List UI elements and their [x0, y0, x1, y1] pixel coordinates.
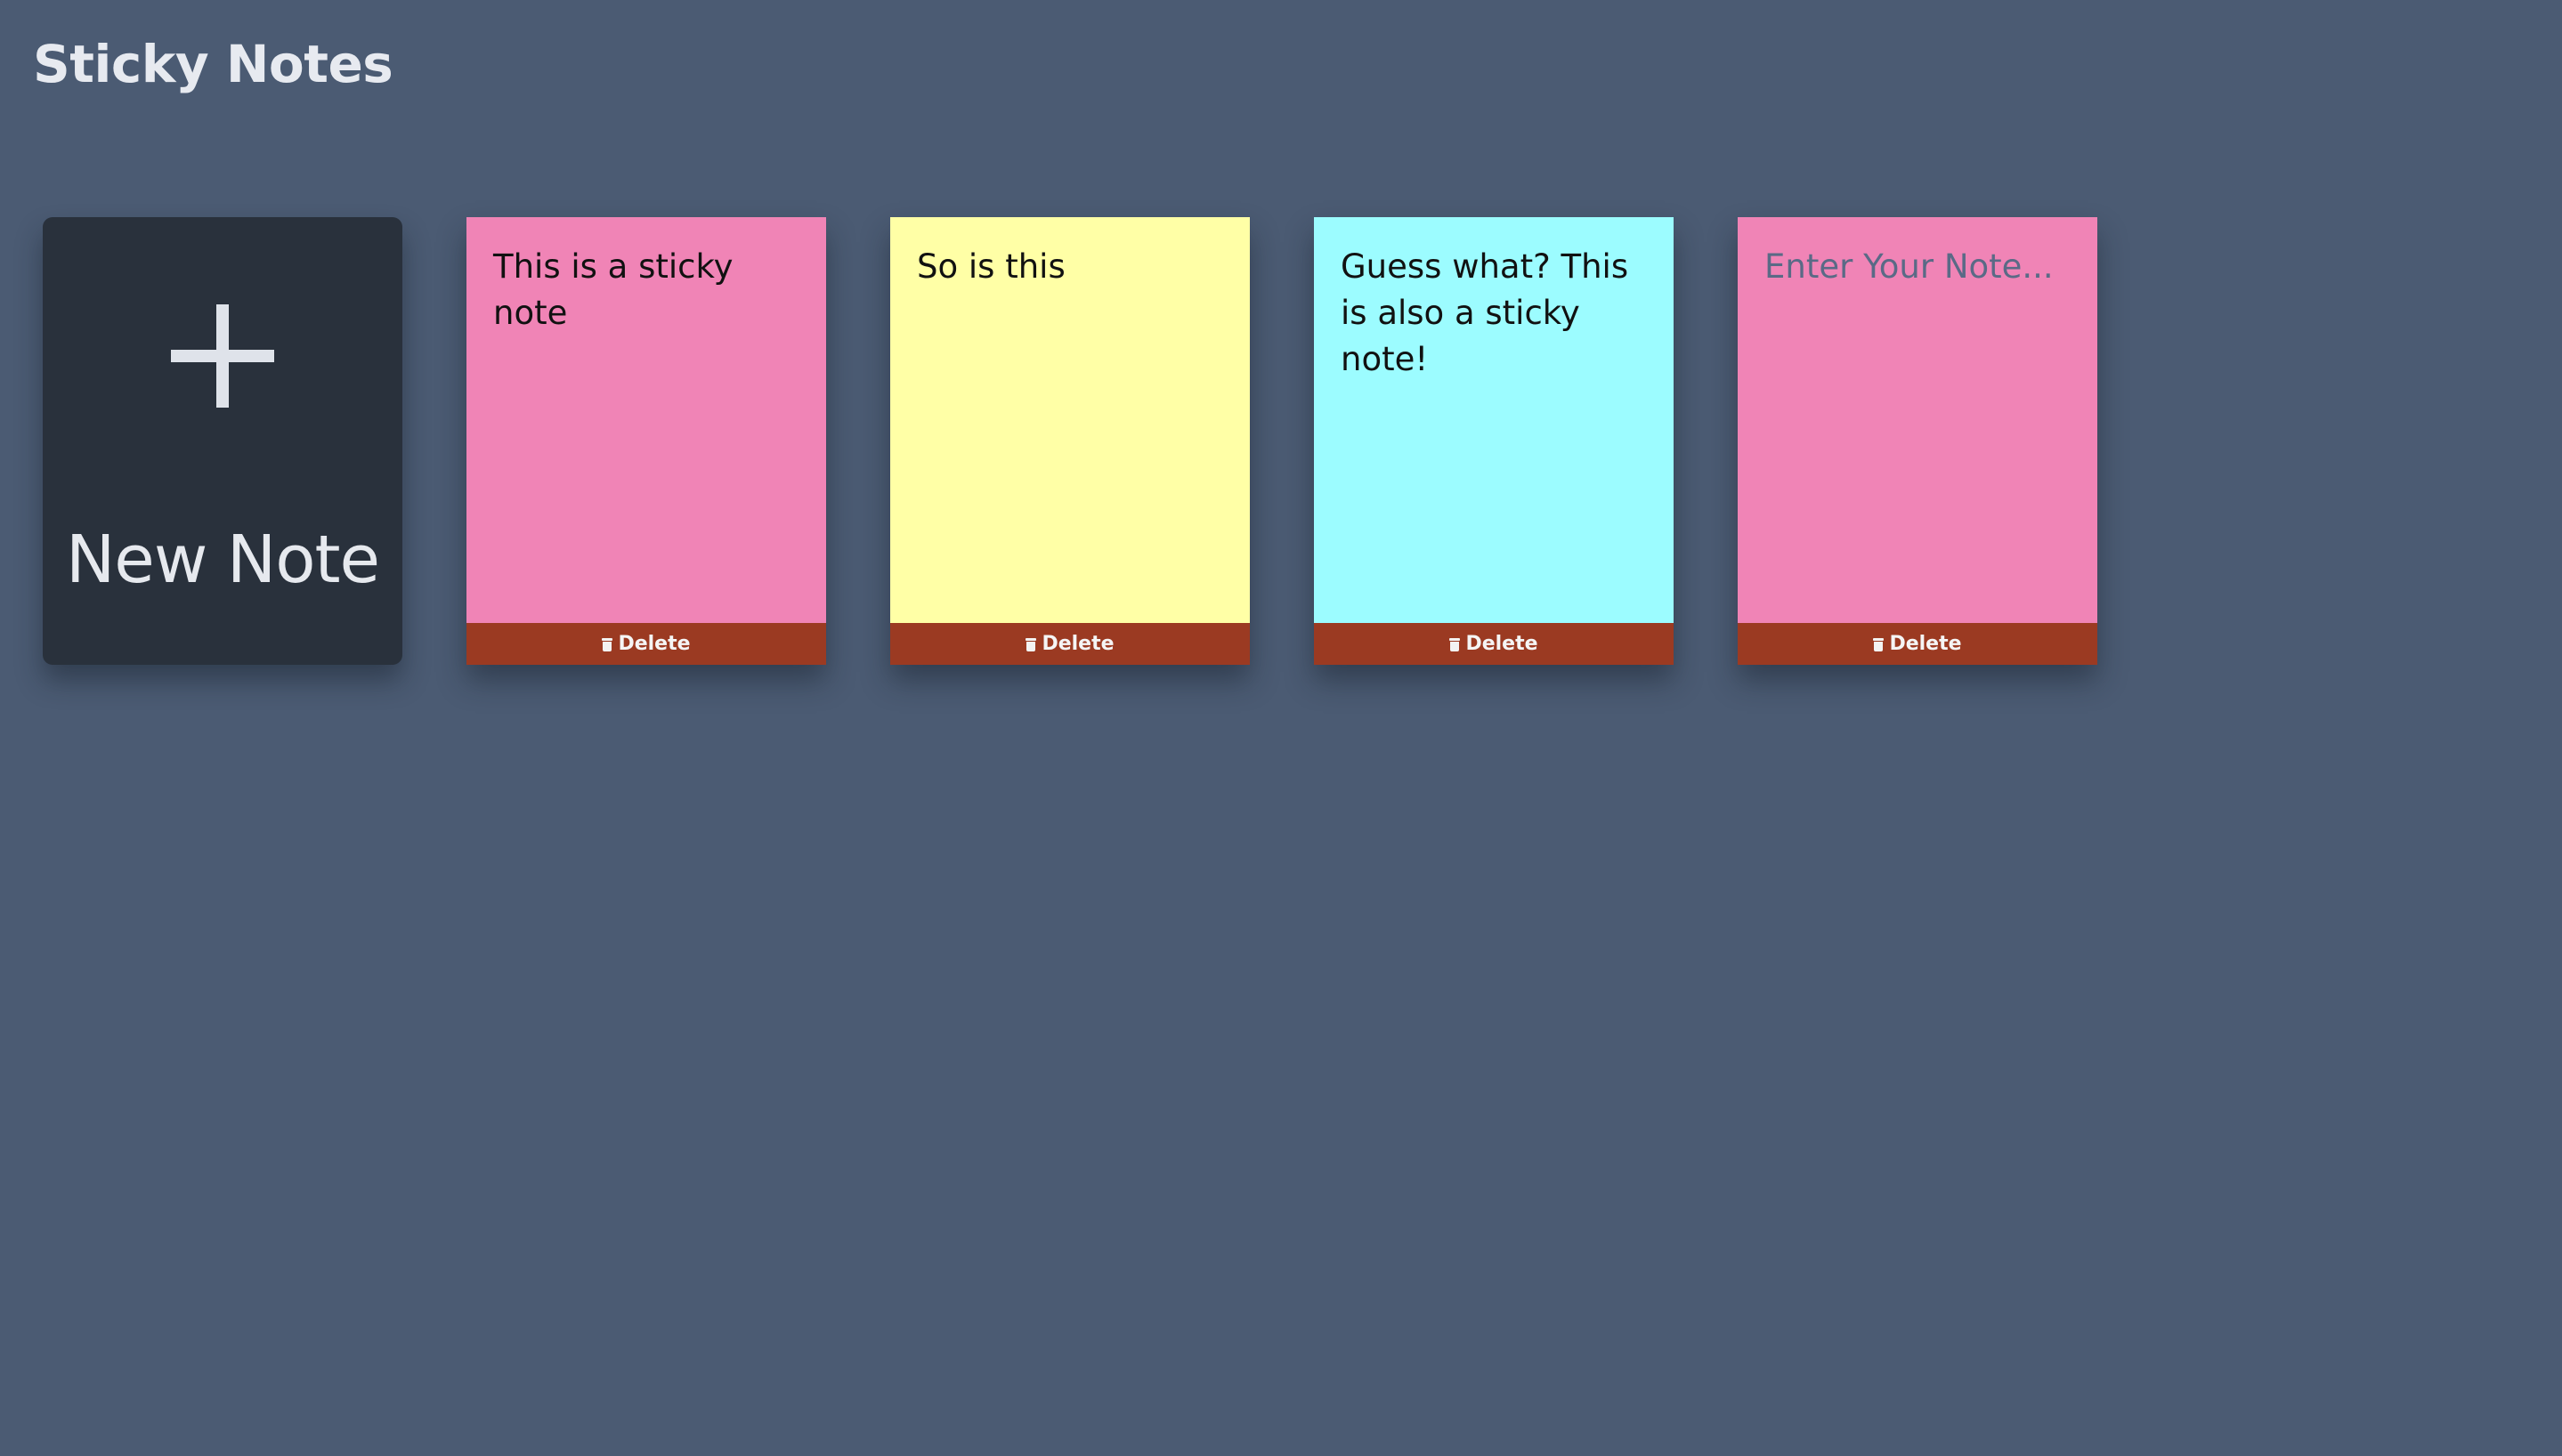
trash-icon [602, 638, 613, 651]
delete-label: Delete [618, 632, 691, 655]
notes-board: New Note This is a sticky note Delete So… [43, 217, 2097, 665]
trash-icon [1873, 638, 1885, 651]
delete-button[interactable]: Delete [890, 623, 1250, 665]
sticky-note: This is a sticky note Delete [466, 217, 826, 665]
trash-icon [1449, 638, 1461, 651]
sticky-note: So is this Delete [890, 217, 1250, 665]
delete-button[interactable]: Delete [466, 623, 826, 665]
trash-icon [1026, 638, 1037, 651]
note-text-input[interactable]: This is a sticky note [466, 217, 826, 623]
delete-label: Delete [1889, 632, 1962, 655]
delete-label: Delete [1465, 632, 1538, 655]
delete-label: Delete [1042, 632, 1115, 655]
app-title: Sticky Notes [33, 34, 393, 94]
note-text-input[interactable]: So is this [890, 217, 1250, 623]
plus-icon [171, 304, 274, 408]
sticky-note: Delete [1738, 217, 2097, 665]
note-text-input[interactable] [1738, 217, 2097, 623]
delete-button[interactable]: Delete [1314, 623, 1674, 665]
delete-button[interactable]: Delete [1738, 623, 2097, 665]
note-text-input[interactable]: Guess what? This is also a sticky note! [1314, 217, 1674, 623]
new-note-label: New Note [65, 522, 380, 598]
new-note-button[interactable]: New Note [43, 217, 402, 665]
sticky-note: Guess what? This is also a sticky note! … [1314, 217, 1674, 665]
